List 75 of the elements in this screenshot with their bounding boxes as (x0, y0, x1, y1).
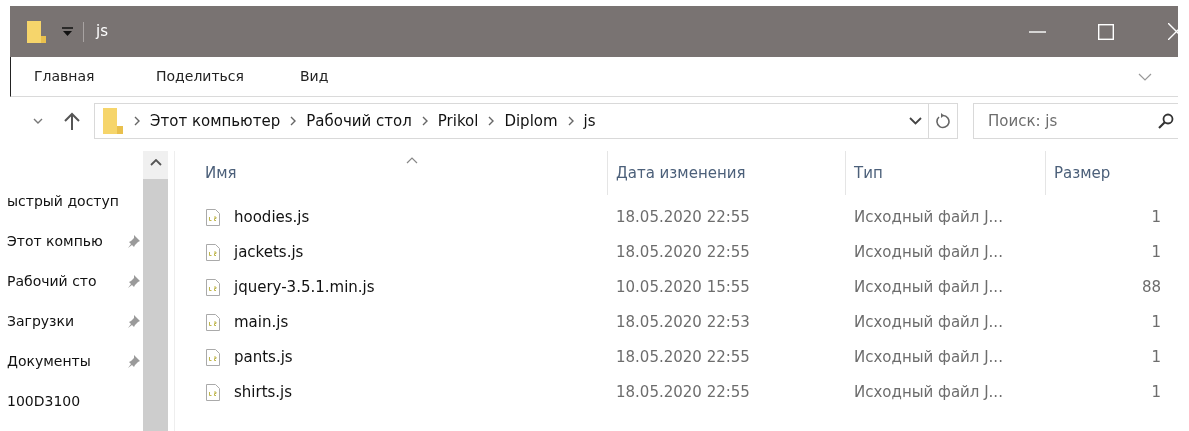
js-file-icon (206, 314, 220, 331)
file-size: 1 (1151, 312, 1161, 334)
ribbon-tab[interactable]: Вид (277, 66, 367, 87)
up-arrow-icon[interactable] (63, 112, 81, 130)
column-header[interactable]: Имя (205, 161, 237, 185)
sidebar-item[interactable]: Документы (7, 350, 91, 372)
sidebar-item[interactable]: Рабочий сто (7, 270, 97, 292)
minimize-icon[interactable] (1029, 30, 1046, 33)
refresh-icon (936, 113, 950, 129)
js-file-icon (206, 244, 220, 261)
scrollbar[interactable] (143, 151, 168, 431)
maximize-icon[interactable] (1098, 23, 1114, 40)
breadcrumb-chevron-icon[interactable] (134, 116, 140, 126)
file-size: 88 (1141, 277, 1161, 299)
column-header[interactable]: Дата изменения (616, 161, 746, 185)
file-type: Исходный файл J... (854, 277, 1003, 299)
breadcrumb[interactable]: Prikol (437, 109, 479, 133)
file-type: Исходный файл J... (854, 207, 1003, 229)
breadcrumb-chevron-icon[interactable] (567, 116, 574, 126)
file-type: Исходный файл J... (854, 382, 1003, 404)
breadcrumb-chevron-icon[interactable] (421, 116, 428, 126)
file-size: 1 (1151, 242, 1161, 264)
file-date: 18.05.2020 22:53 (616, 312, 750, 334)
file-date: 18.05.2020 22:55 (616, 207, 750, 229)
search-field[interactable]: Поиск: js (973, 103, 1178, 139)
file-date: 10.05.2020 15:55 (616, 277, 750, 299)
pin-icon[interactable] (127, 314, 141, 328)
breadcrumb[interactable]: js (583, 109, 596, 133)
sidebar-item[interactable]: Загрузки (7, 310, 75, 332)
file-date: 18.05.2020 22:55 (616, 242, 750, 264)
file-date: 18.05.2020 22:55 (616, 347, 750, 369)
chevron-down-icon[interactable] (33, 118, 43, 124)
column-header[interactable]: Тип (854, 161, 883, 185)
file-name[interactable]: shirts.js (234, 381, 293, 404)
sidebar-item[interactable]: Этот компью (7, 230, 103, 252)
file-name[interactable]: main.js (234, 311, 289, 334)
column-header[interactable]: Размер (1054, 161, 1111, 185)
sidebar-item[interactable]: ыстрый доступ (7, 190, 119, 212)
file-name[interactable]: pants.js (234, 346, 293, 369)
pin-icon[interactable] (127, 354, 141, 368)
js-file-icon (206, 384, 220, 401)
quick-access-caret-icon[interactable] (62, 26, 73, 37)
file-size: 1 (1151, 347, 1161, 369)
js-file-icon (206, 209, 220, 226)
ribbon-tab[interactable]: Главная (11, 66, 133, 87)
ribbon-tab[interactable]: Поделиться (133, 66, 277, 87)
pin-icon[interactable] (127, 234, 141, 248)
close-icon[interactable] (1168, 23, 1178, 40)
pin-icon[interactable] (127, 274, 141, 288)
file-name[interactable]: hoodies.js (234, 206, 310, 229)
file-name[interactable]: jackets.js (234, 241, 304, 264)
breadcrumb[interactable]: Diplom (504, 109, 558, 133)
js-file-icon (206, 279, 220, 296)
folder-icon (26, 19, 48, 44)
search-icon (1158, 113, 1174, 129)
chevron-down-icon[interactable] (909, 117, 922, 125)
js-file-icon (206, 349, 220, 366)
address-bar[interactable]: Этот компьютер Рабочий стол Prikol Diplom js (94, 103, 929, 139)
search-placeholder: Поиск: js (988, 110, 1058, 132)
sidebar-item[interactable]: 100D3100 (7, 390, 81, 412)
refresh-button[interactable] (929, 103, 958, 139)
file-type: Исходный файл J... (854, 242, 1003, 264)
breadcrumb-chevron-icon[interactable] (488, 116, 495, 126)
file-type: Исходный файл J... (854, 347, 1003, 369)
window-title: js (96, 21, 108, 43)
breadcrumb-chevron-icon[interactable] (290, 116, 297, 126)
file-type: Исходный файл J... (854, 312, 1003, 334)
file-size: 1 (1151, 207, 1161, 229)
breadcrumb[interactable]: Этот компьютер (150, 109, 281, 133)
folder-icon (103, 108, 124, 134)
file-date: 18.05.2020 22:55 (616, 382, 750, 404)
file-name[interactable]: jquery-3.5.1.min.js (234, 276, 375, 299)
scroll-up-icon[interactable] (149, 159, 162, 166)
breadcrumb[interactable]: Рабочий стол (306, 109, 412, 133)
file-size: 1 (1151, 382, 1161, 404)
